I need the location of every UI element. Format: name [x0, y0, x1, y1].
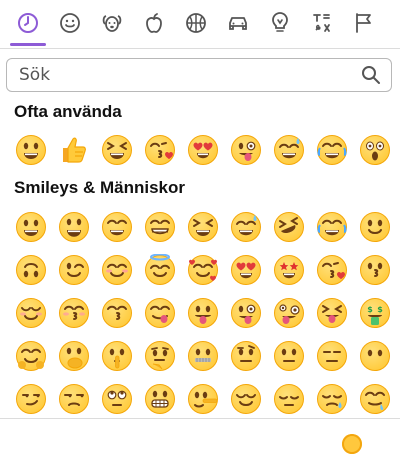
emoji-joy[interactable]	[310, 128, 353, 171]
emoji-star-struck[interactable]	[267, 248, 310, 291]
emoji-smiley[interactable]	[52, 205, 95, 248]
emoji-kiss-closed[interactable]	[52, 291, 95, 334]
dog-icon	[102, 15, 122, 32]
skin-tone-selector[interactable]	[342, 434, 362, 454]
emoji-yum[interactable]	[138, 291, 181, 334]
emoji-zany[interactable]	[267, 291, 310, 334]
emoji-shush[interactable]	[95, 334, 138, 377]
frequent-emoji-row	[9, 128, 396, 171]
emoji-row	[9, 248, 396, 291]
emoji-zipper[interactable]	[181, 334, 224, 377]
tab-clock[interactable]	[7, 0, 49, 46]
emoji-pensive[interactable]	[267, 377, 310, 420]
emoji-expressionless[interactable]	[310, 334, 353, 377]
emoji-wink[interactable]	[52, 248, 95, 291]
emoji-sweat-smile[interactable]	[224, 205, 267, 248]
emoji-beaming[interactable]	[138, 205, 181, 248]
emoji-tongue[interactable]	[181, 291, 224, 334]
emoji-row	[9, 334, 396, 377]
emoji-joy[interactable]	[310, 205, 353, 248]
emoji-row	[9, 377, 396, 420]
emoji-slight-smile[interactable]	[353, 205, 396, 248]
emoji-kiss[interactable]	[353, 248, 396, 291]
svg-text:$: $	[377, 305, 383, 314]
emoji-wink-tongue[interactable]	[224, 291, 267, 334]
emoji-lying[interactable]	[181, 377, 224, 420]
tab-symbols[interactable]	[301, 0, 343, 46]
emoji-kiss-smile[interactable]	[95, 291, 138, 334]
emoji-halo[interactable]	[138, 248, 181, 291]
emoji-hand-mouth[interactable]	[52, 334, 95, 377]
search-input[interactable]	[7, 64, 361, 86]
emoji-row	[9, 205, 396, 248]
section-title-frequent: Ofta använda	[14, 102, 122, 121]
emoji-wink-tongue[interactable]	[224, 128, 267, 171]
lightbulb-icon	[272, 12, 288, 32]
emoji-relieved[interactable]	[224, 377, 267, 420]
svg-text:$: $	[367, 305, 373, 314]
emoji-upside-down[interactable]	[9, 248, 52, 291]
emoji-row: $ $	[9, 291, 396, 334]
emoji-grin[interactable]	[9, 128, 52, 171]
emoji-smirk[interactable]	[9, 377, 52, 420]
basketball-icon	[186, 13, 206, 33]
emoji-raised-brow[interactable]	[224, 334, 267, 377]
emoji-no-mouth[interactable]	[353, 334, 396, 377]
footer-divider	[0, 418, 400, 419]
emoji-grin-big[interactable]	[95, 205, 138, 248]
search-bar	[6, 58, 392, 92]
tab-smiley[interactable]	[49, 0, 91, 46]
emoji-neutral[interactable]	[267, 334, 310, 377]
emoji-heart-eyes[interactable]	[181, 128, 224, 171]
clock-icon	[18, 13, 38, 33]
emoji-sweat-smile[interactable]	[267, 128, 310, 171]
emoji-heart-eyes[interactable]	[224, 248, 267, 291]
emoji-unamused[interactable]	[52, 377, 95, 420]
section-title-smileys: Smileys & Människor	[14, 178, 186, 197]
emoji-thumbs-up[interactable]	[52, 128, 95, 171]
emoji-money[interactable]: $ $	[353, 291, 396, 334]
tab-car[interactable]	[217, 0, 259, 46]
emoji-scream[interactable]	[353, 128, 396, 171]
car-icon	[229, 17, 247, 30]
emoji-sleepy[interactable]	[310, 377, 353, 420]
search-icon[interactable]	[361, 65, 381, 85]
emoji-squint[interactable]	[181, 205, 224, 248]
emoji-hug[interactable]	[9, 334, 52, 377]
symbols-icon	[313, 14, 330, 32]
emoji-squint-tongue[interactable]	[310, 291, 353, 334]
flag-icon	[356, 13, 371, 33]
tab-basketball[interactable]	[175, 0, 217, 46]
emoji-squint[interactable]	[95, 128, 138, 171]
emoji-drool[interactable]	[353, 377, 396, 420]
tabs-divider	[0, 48, 400, 49]
emoji-grin[interactable]	[9, 205, 52, 248]
tab-apple[interactable]	[133, 0, 175, 46]
emoji-relaxed[interactable]	[9, 291, 52, 334]
emoji-thinking[interactable]	[138, 334, 181, 377]
category-tabs	[0, 0, 400, 46]
emoji-blush[interactable]	[95, 248, 138, 291]
tab-dog[interactable]	[91, 0, 133, 46]
emoji-hearts[interactable]	[181, 248, 224, 291]
smiley-icon	[60, 13, 80, 33]
emoji-kiss-heart[interactable]	[310, 248, 353, 291]
emoji-grimace[interactable]	[138, 377, 181, 420]
tab-flag[interactable]	[343, 0, 385, 46]
apple-icon	[146, 13, 162, 33]
tab-lightbulb[interactable]	[259, 0, 301, 46]
emoji-kiss-heart[interactable]	[138, 128, 181, 171]
emoji-rofl[interactable]	[267, 205, 310, 248]
emoji-eye-roll[interactable]	[95, 377, 138, 420]
